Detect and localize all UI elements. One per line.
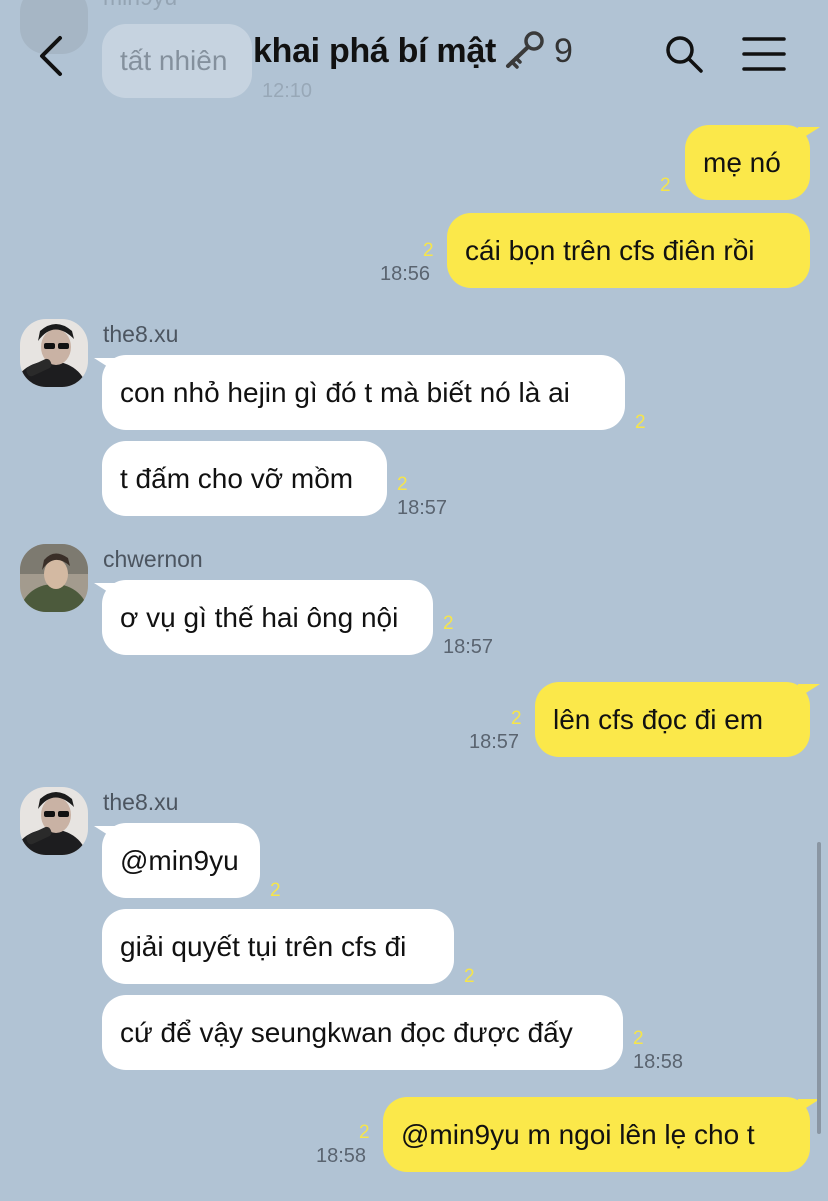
bubble-tail [94,826,116,840]
avatar[interactable] [20,787,88,855]
chevron-left-icon[interactable] [36,34,72,78]
message-bubble[interactable]: @min9yu [102,823,260,898]
scrollbar[interactable] [817,842,821,1134]
timestamp: 18:58 [633,1051,684,1073]
message-bubble[interactable]: con nhỏ hejin gì đó t mà biết nó là ai [102,355,625,430]
message-text: cái bọn trên cfs điên rồi [465,234,755,266]
unread-count: 2 [660,175,671,196]
message-text: lên cfs đọc đi em [553,703,764,735]
message-text: mẹ nó [703,146,781,178]
message-bubble[interactable]: giải quyết tụi trên cfs đi [102,909,454,984]
unread-count: 2 [633,1028,644,1049]
message-bubble[interactable]: cứ để vậy seungkwan đọc được đấy [102,995,623,1070]
timestamp: 18:57 [397,497,448,519]
search-icon[interactable] [664,34,704,74]
message-bubble[interactable]: cái bọn trên cfs điên rồi [447,213,810,288]
timestamp: 18:56 [380,263,431,285]
avatar[interactable] [20,319,88,387]
timestamp: 18:57 [469,731,520,753]
message-bubble[interactable]: t đấm cho vỡ mồm [102,441,387,516]
avatar-photo [20,787,88,855]
bubble-tail [798,127,820,141]
key-icon [506,31,544,69]
unread-count: 2 [464,966,475,987]
sender-name: chwernon [103,546,203,572]
message-bubble[interactable]: ơ vụ gì thế hai ông nội [102,580,433,655]
bubble-tail [798,684,820,698]
bubble-tail [94,358,116,372]
unread-count: 2 [635,412,646,433]
message-text: con nhỏ hejin gì đó t mà biết nó là ai [120,376,570,408]
unread-count: 2 [270,880,281,901]
timestamp: 18:58 [316,1145,367,1167]
sender-name: the8.xu [103,321,179,347]
avatar-photo [20,319,88,387]
member-count: 9 [554,32,573,70]
sender-name: the8.xu [103,789,179,815]
unread-count: 2 [511,708,522,729]
message-text: ơ vụ gì thế hai ông nội [120,601,399,633]
message-bubble[interactable]: lên cfs đọc đi em [535,682,810,757]
unread-count: 2 [359,1122,370,1143]
message-text: giải quyết tụi trên cfs đi [120,930,407,962]
unread-count: 2 [443,613,454,634]
message-text: @min9yu m ngoi lên lẹ cho t [401,1118,755,1150]
message-bubble[interactable]: mẹ nó [685,125,810,200]
unread-count: 2 [397,474,408,495]
message-text: @min9yu [120,844,239,876]
chat-header: khai phá bí mật 9 [0,0,828,108]
message-text: t đấm cho vỡ mồm [120,462,354,494]
chat-title-text: khai phá bí mật [253,32,496,70]
avatar-photo [20,544,88,612]
unread-count: 2 [423,240,434,261]
chat-title: khai phá bí mật 9 [253,30,573,71]
timestamp: 18:57 [443,636,494,658]
hamburger-menu-icon[interactable] [742,36,786,72]
message-text: cứ để vậy seungkwan đọc được đấy [120,1016,573,1048]
bubble-tail [94,583,116,597]
avatar[interactable] [20,544,88,612]
message-bubble[interactable]: @min9yu m ngoi lên lẹ cho t [383,1097,810,1172]
